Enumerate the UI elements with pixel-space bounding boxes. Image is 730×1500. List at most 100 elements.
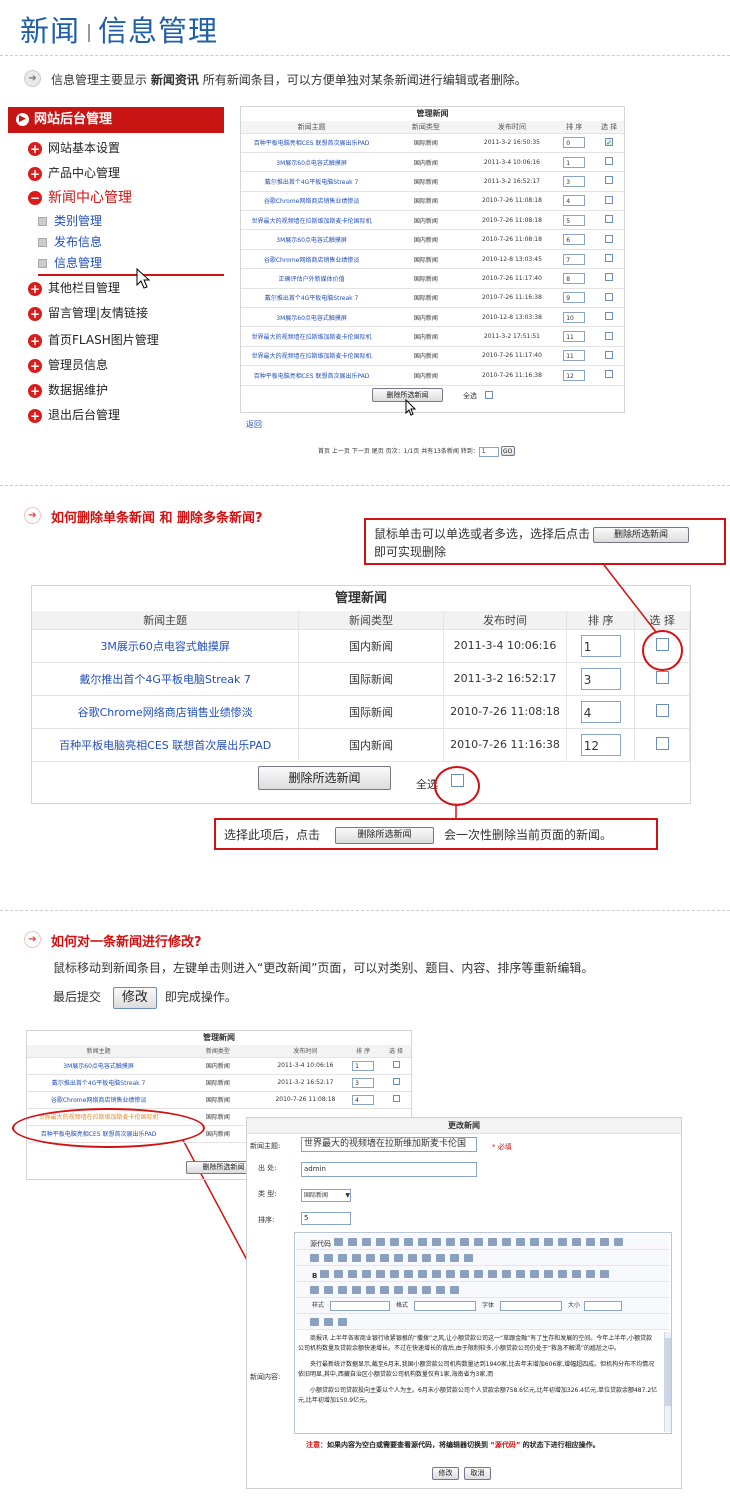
sidebar-subitem[interactable]: 类别管理 (28, 211, 228, 232)
order-input[interactable]: 8 (563, 272, 586, 284)
sidebar-item[interactable]: + 管理员信息 (28, 353, 228, 378)
source-code-button[interactable]: 源代码 (310, 1240, 331, 1248)
select-checkbox[interactable] (605, 292, 614, 301)
sidebar-item-news[interactable]: − 新闻中心管理 (28, 186, 228, 211)
order-input[interactable]: 3 (352, 1077, 375, 1088)
order-input[interactable]: 10 (563, 311, 586, 323)
order-input[interactable]: 11 (563, 331, 586, 343)
table-row: 谷歌Chrome网络商店销售业绩惨淡 国际新闻 2010-7-26 11:08:18… (27, 1091, 411, 1109)
source-input[interactable]: admin (301, 1162, 477, 1177)
order-input[interactable]: 6 (563, 234, 586, 246)
sidebar-item[interactable]: + 首页FLASH图片管理 (28, 328, 228, 353)
order-input[interactable]: 3 (563, 175, 586, 187)
select-checkbox[interactable] (655, 736, 669, 750)
order-input[interactable]: 1 (580, 634, 621, 657)
news-title-link[interactable]: 百种平板电脑亮相CES 联想首次展出乐PAD (254, 373, 370, 380)
select-checkbox[interactable] (605, 254, 614, 263)
order-input[interactable]: 9 (563, 292, 586, 304)
select-checkbox[interactable] (655, 670, 669, 684)
select-checkbox[interactable] (605, 195, 614, 204)
news-title-link[interactable]: 谷歌Chrome网络商店销售业绩惨淡 (78, 706, 253, 719)
cancel-button[interactable]: 取消 (464, 1467, 491, 1480)
select-checkbox[interactable] (392, 1078, 400, 1085)
order-input[interactable]: 7 (563, 253, 586, 265)
sidebar-item[interactable]: + 产品中心管理 (28, 161, 228, 186)
order-input[interactable]: 3 (580, 667, 621, 690)
news-title-link[interactable]: 戴尔推出首个4G平板电脑Streak 7 (52, 1080, 146, 1087)
font-select[interactable] (500, 1300, 563, 1311)
select-checkbox[interactable] (605, 350, 614, 359)
order-input[interactable]: 4 (352, 1094, 375, 1105)
sidebar-subitem[interactable]: 发布信息 (28, 232, 228, 253)
news-title-link[interactable]: 3M展示60点电容式触摸屏 (100, 640, 230, 653)
subject-label: 新闻主题: (250, 1142, 281, 1150)
news-title-link[interactable]: 谷歌Chrome网络商店销售业绩惨淡 (264, 198, 360, 205)
table-title: 管理新闻 (334, 591, 387, 606)
news-title-link[interactable]: 3M展示60点电容式触摸屏 (276, 315, 347, 322)
news-title-link[interactable]: 世界最大的视频墙在拉斯维加斯麦卡伦国际机 (252, 218, 372, 225)
subject-input[interactable]: 世界最大的视频墙在拉斯维加斯麦卡伦国 (301, 1137, 477, 1152)
news-title-link[interactable]: 世界最大的视频墙在拉斯维加斯麦卡伦国际机 (252, 334, 372, 341)
news-title-link[interactable]: 戴尔推出首个4G平板电脑Streak 7 (265, 179, 359, 186)
table-row: 百种平板电脑亮相CES 联想首次展出乐PAD 国际新闻 2011-3-2 16:50… (241, 133, 624, 153)
select-checkbox[interactable] (605, 370, 614, 379)
sidebar-subitem-active[interactable]: 信息管理 (28, 253, 228, 274)
select-checkbox[interactable] (605, 312, 614, 321)
news-title-link[interactable]: 谷歌Chrome网络商店销售业绩惨淡 (51, 1097, 147, 1104)
news-title-link[interactable]: 3M展示60点电容式触摸屏 (276, 160, 347, 167)
editor-toolbar: B (296, 1266, 669, 1282)
news-title-link[interactable]: 3M展示60点电容式触摸屏 (63, 1063, 134, 1070)
select-checkbox[interactable]: ✓ (605, 138, 614, 147)
news-title-link[interactable]: 谷歌Chrome网络商店销售业绩惨淡 (264, 257, 360, 264)
type-select[interactable]: 国际新闻 ▼ (301, 1189, 351, 1202)
select-all-checkbox[interactable] (485, 390, 493, 399)
order-input[interactable]: 12 (563, 369, 586, 381)
order-input[interactable]: 12 (580, 733, 621, 756)
editor-scrollbar[interactable] (664, 1332, 671, 1432)
order-input[interactable]: 5 (301, 1212, 351, 1225)
submit-button[interactable]: 修改 (432, 1467, 459, 1480)
order-input[interactable]: 0 (563, 137, 586, 149)
delete-selected-button[interactable]: 删除所选新闻 (258, 765, 391, 790)
news-title-link[interactable]: 百种平板电脑亮相CES 联想首次展出乐PAD (59, 739, 271, 752)
select-checkbox[interactable] (605, 234, 614, 243)
format-select[interactable] (414, 1300, 477, 1311)
news-title-link[interactable]: 百种平板电脑亮相CES 联想首次展出乐PAD (254, 140, 370, 147)
back-link[interactable]: 返回 (246, 419, 262, 430)
cell-select (381, 1057, 411, 1075)
publish-time: 2010-7-26 11:17:40 (482, 274, 542, 282)
select-checkbox[interactable] (605, 331, 614, 340)
news-title-link[interactable]: 3M展示60点电容式触摸屏 (276, 237, 347, 244)
news-title-link[interactable]: 戴尔推出首个4G平板电脑Streak 7 (265, 295, 359, 302)
select-checkbox[interactable] (392, 1095, 400, 1102)
style-select[interactable] (330, 1300, 391, 1311)
select-checkbox[interactable] (392, 1061, 400, 1068)
sidebar-item[interactable]: + 留言管理|友情链接 (28, 301, 228, 328)
order-input[interactable]: 4 (563, 195, 586, 207)
news-title-link[interactable]: 正确评估户外新媒体价值 (279, 276, 345, 283)
select-checkbox[interactable] (605, 215, 614, 224)
size-select[interactable] (584, 1300, 623, 1311)
order-input[interactable]: 4 (580, 700, 621, 723)
sidebar-item[interactable]: + 网站基本设置 (28, 136, 228, 161)
editor-content[interactable]: 商报讯 上半年各家商业银行收紧银根的“撒拨”之风,让小额贷款公司这一“草跟金融”… (298, 1334, 658, 1428)
sidebar-item[interactable]: + 其他栏目管理 (28, 276, 228, 301)
order-input[interactable]: 5 (563, 214, 586, 226)
news-title-link[interactable]: 世界最大的视频墙在拉斯维加斯麦卡伦国际机 (252, 353, 372, 360)
section-heading: 如何对一条新闻进行修改? (51, 935, 202, 950)
order-input[interactable]: 11 (563, 350, 586, 362)
select-checkbox[interactable] (605, 176, 614, 185)
select-checkbox[interactable] (605, 157, 614, 166)
publish-time: 2011-3-4 10:06:16 (453, 639, 557, 652)
select-checkbox[interactable] (605, 273, 614, 282)
news-title-link[interactable]: 戴尔推出首个4G平板电脑Streak 7 (79, 673, 250, 686)
sidebar-item[interactable]: + 数据据维护 (28, 378, 228, 403)
sidebar-item[interactable]: + 退出后台管理 (28, 403, 228, 428)
select-checkbox[interactable] (655, 703, 669, 717)
go-button[interactable]: GO (500, 446, 515, 456)
description: 最后提交 修改 即完成操作。 (53, 986, 237, 1009)
page-input[interactable]: 1 (478, 447, 499, 457)
order-input[interactable]: 1 (352, 1060, 375, 1071)
order-input[interactable]: 1 (563, 156, 586, 168)
publish-time: 2011-3-4 10:06:16 (277, 1062, 334, 1069)
